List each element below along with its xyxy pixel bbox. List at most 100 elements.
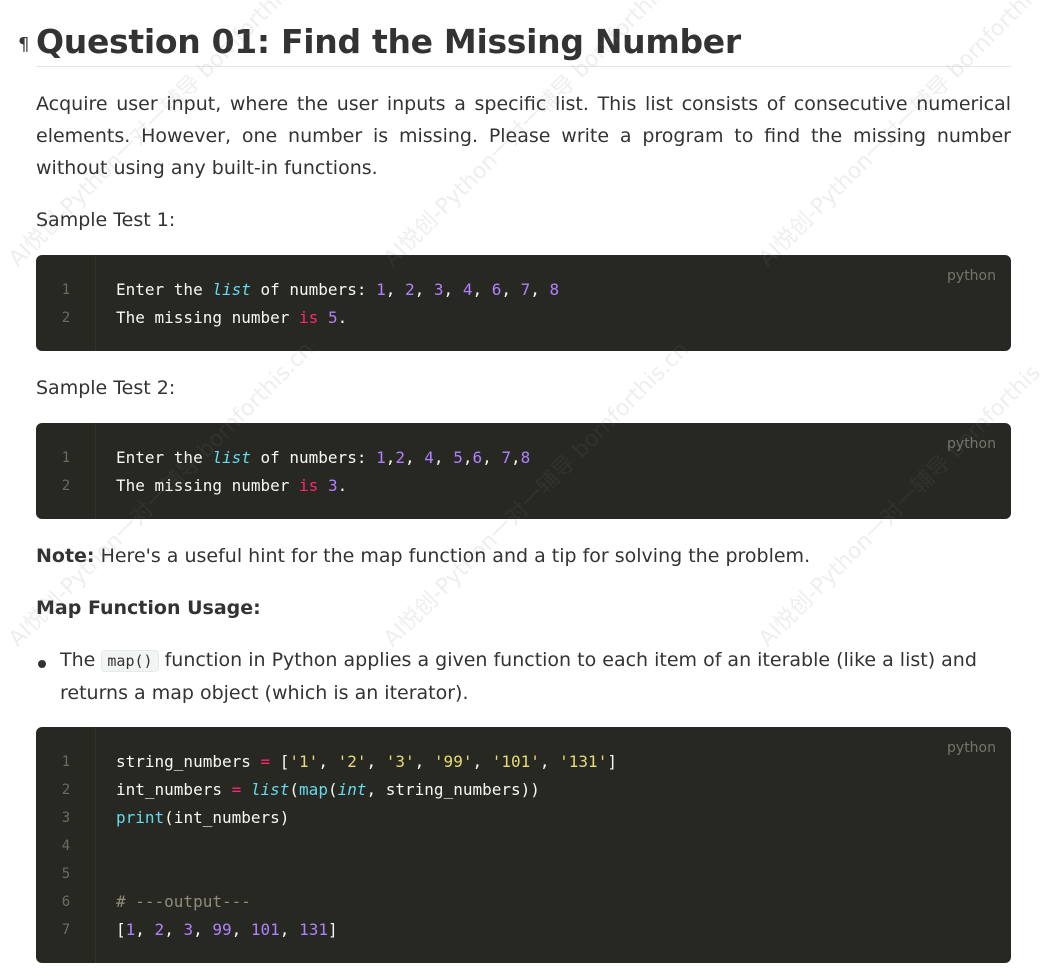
code-token: 1 [376, 280, 386, 299]
sample-test-2-label: Sample Test 2: [36, 377, 176, 399]
code-token: list [212, 448, 251, 467]
code-token: , [385, 448, 396, 467]
code-token: list [250, 780, 290, 799]
code-token: The missing number [116, 308, 300, 327]
heading-row: ¶ Question 01: Find the Missing Number [14, 22, 1011, 68]
code-token: , [405, 448, 425, 467]
code-token: '1' [289, 752, 319, 771]
page-title: Question 01: Find the Missing Number [36, 22, 741, 61]
code-token: 3 [433, 280, 444, 299]
code-token: , [443, 280, 463, 299]
code-token: 131 [299, 920, 328, 939]
code-token: , [135, 920, 155, 939]
inline-code-map: map() [101, 650, 159, 672]
code-token: 3 [183, 920, 194, 939]
code-line: string_numbers = ['1', '2', '3', '99', '… [116, 748, 617, 776]
code-token: string_numbers [116, 752, 261, 771]
code-token: ( [289, 780, 300, 799]
line-number: 2 [61, 782, 71, 798]
code-token: , [164, 920, 184, 939]
code-token: 1 [376, 448, 386, 467]
code-token: , [511, 448, 521, 467]
bullet-text-before: The [60, 649, 102, 671]
sample-test-1-label: Sample Test 1: [36, 209, 176, 231]
code-token: 2 [154, 920, 165, 939]
code-token: '2' [337, 752, 367, 771]
code-token: '131' [559, 752, 608, 771]
code-token: , [385, 280, 405, 299]
code-block-sample-2[interactable]: 1 2 Enter the list of numbers: 1,2, 4, 5… [36, 423, 1011, 519]
code-token: is [299, 308, 319, 327]
code-token: [ [270, 752, 290, 771]
code-token: of numbers: [250, 448, 377, 467]
code-token: of numbers: [250, 280, 377, 299]
code-token: 6 [491, 280, 502, 299]
code-token: 8 [520, 448, 531, 467]
code-line: Enter the list of numbers: 1, 2, 3, 4, 6… [116, 276, 559, 304]
note-text: Here's a useful hint for the map functio… [94, 545, 811, 567]
code-token: list [212, 280, 251, 299]
code-token: int_numbers [116, 780, 232, 799]
code-line: The missing number is 3. [116, 472, 347, 500]
line-number: 2 [61, 478, 71, 494]
code-token: 8 [549, 280, 560, 299]
line-number: 1 [61, 282, 71, 298]
code-token: . [337, 476, 348, 495]
code-token: '99' [433, 752, 473, 771]
line-number: 6 [61, 894, 71, 910]
code-token: 7 [501, 448, 512, 467]
code-token: is [299, 476, 319, 495]
code-token: 4 [424, 448, 434, 467]
line-number: 4 [61, 838, 71, 854]
code-token: . [337, 308, 348, 327]
code-token: ] [607, 752, 617, 771]
code-token: , [231, 920, 251, 939]
heading-anchor-icon[interactable]: ¶ [18, 34, 29, 55]
code-token: , [482, 448, 502, 467]
code-token: int [337, 780, 367, 799]
code-token: 99 [212, 920, 232, 939]
code-token: , [472, 752, 492, 771]
code-token: print [116, 808, 165, 827]
code-token: map [299, 780, 328, 799]
code-token: , [433, 448, 454, 467]
line-number: 7 [61, 922, 71, 938]
map-function-heading: Map Function Usage: [36, 597, 261, 619]
code-language-label: python [947, 268, 996, 284]
code-token: , [318, 752, 338, 771]
line-number-gutter: 1 2 [36, 423, 96, 519]
code-line: Enter the list of numbers: 1,2, 4, 5,6, … [116, 444, 530, 472]
code-token: 6 [472, 448, 483, 467]
code-token: ] [327, 920, 338, 939]
code-block-sample-1[interactable]: 1 2 Enter the list of numbers: 1, 2, 3, … [36, 255, 1011, 351]
code-token: '101' [491, 752, 540, 771]
code-token: = [260, 752, 271, 771]
code-token: , [193, 920, 213, 939]
line-number: 3 [61, 810, 71, 826]
note-label: Note: [36, 545, 95, 567]
code-token: , [501, 280, 521, 299]
code-token: 5 [327, 308, 338, 327]
code-token: , [472, 280, 492, 299]
code-token: 4 [462, 280, 473, 299]
note-paragraph: Note: Here's a useful hint for the map f… [36, 540, 1011, 572]
code-token: , [414, 752, 434, 771]
bullet-text-after: function in Python applies a given funct… [60, 649, 977, 704]
bullet-item: The map() function in Python applies a g… [60, 644, 1011, 709]
code-language-label: python [947, 740, 996, 756]
code-block-map-example[interactable]: 1 2 3 4 5 6 7 string_numbers = ['1', '2'… [36, 727, 1011, 963]
code-token: 2 [405, 280, 415, 299]
code-line: [1, 2, 3, 99, 101, 131] [116, 916, 338, 944]
line-number: 1 [61, 754, 71, 770]
code-token: , [366, 752, 386, 771]
code-token: , [414, 280, 434, 299]
code-token: Enter the [116, 280, 213, 299]
code-token: , [530, 280, 550, 299]
code-token: (int_numbers) [164, 808, 290, 827]
line-number: 5 [61, 866, 71, 882]
code-token: 5 [453, 448, 463, 467]
code-token: , string_numbers)) [366, 780, 540, 799]
